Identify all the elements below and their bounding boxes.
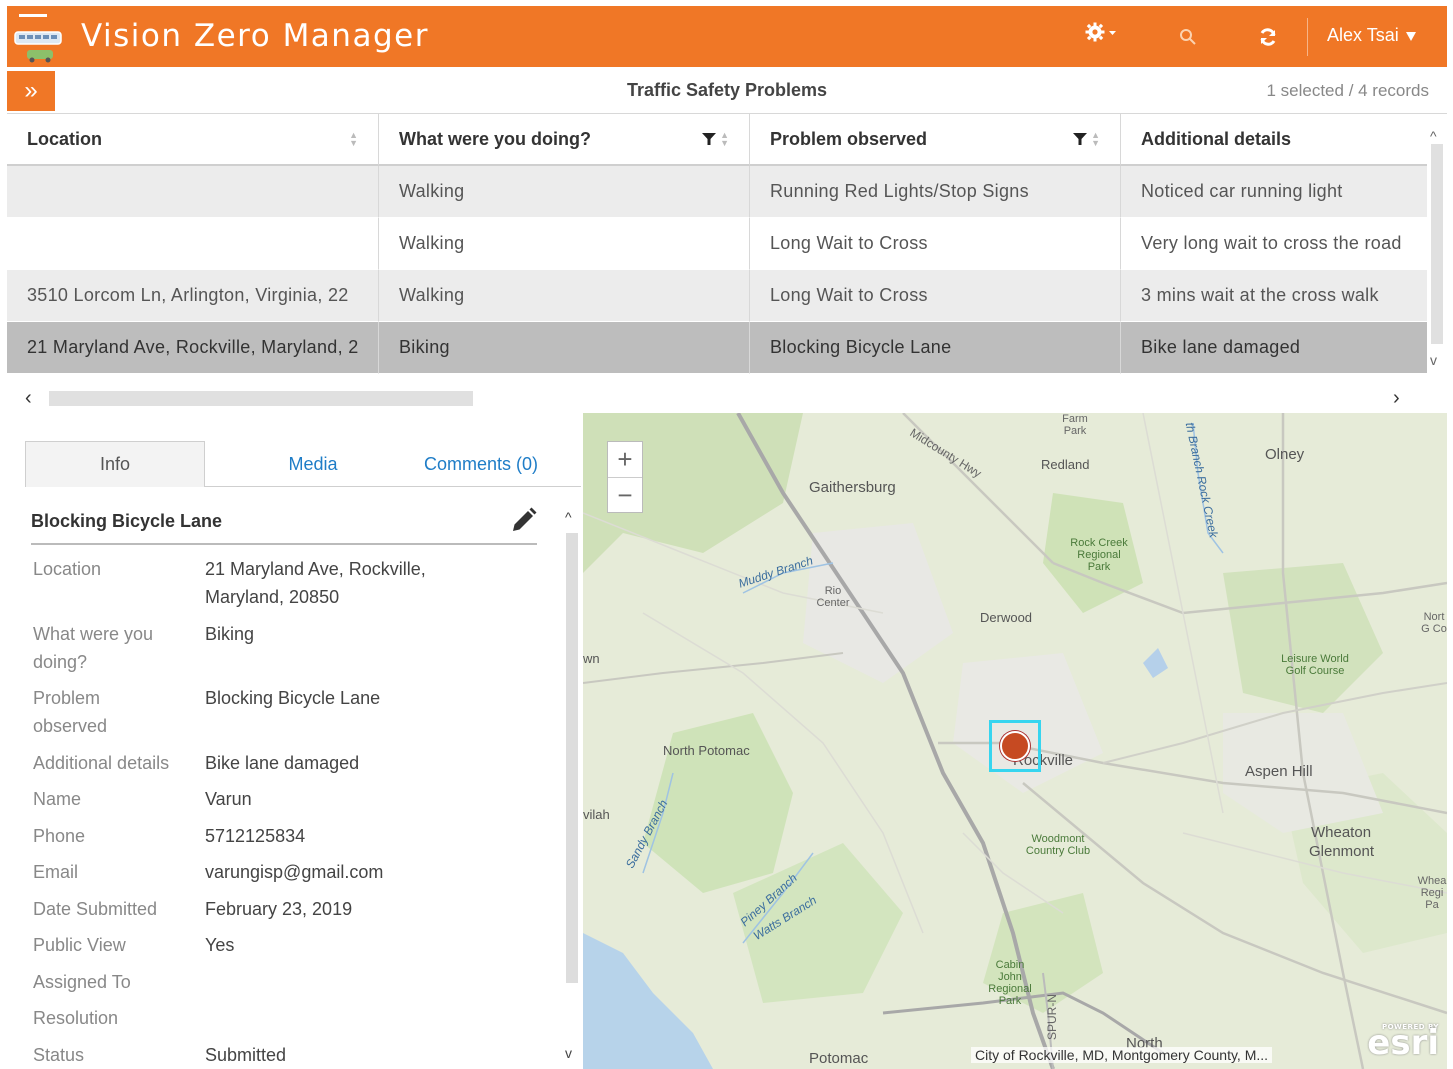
attribute-row: What were you doing? Biking <box>33 623 255 672</box>
detail-tabs: Info Media Comments (0) <box>25 441 581 487</box>
caret-down-icon <box>1405 31 1416 41</box>
bus-car-logo-icon <box>14 14 62 63</box>
scrollbar-thumb[interactable] <box>566 533 578 983</box>
scrollbar-thumb[interactable] <box>49 391 473 406</box>
detail-scrollbar[interactable]: ^ v <box>563 505 581 1069</box>
map-label-aspen-hill: Aspen Hill <box>1245 763 1313 780</box>
user-name: Alex Tsai <box>1327 25 1399 45</box>
map-label-glenmont: Glenmont <box>1309 843 1375 860</box>
attribute-row: Resolution <box>33 1008 119 1028</box>
map-label-farm-park: Farm Park <box>1062 413 1088 437</box>
tab-media[interactable]: Media <box>231 441 395 487</box>
map-label-potomac: Potomac <box>809 1050 869 1067</box>
search-button[interactable] <box>1179 28 1197 46</box>
pencil-edit-icon[interactable] <box>509 507 537 535</box>
zoom-out-button[interactable]: − <box>608 477 642 512</box>
attribute-row: Additional details Bike lane damaged <box>33 752 360 773</box>
gear-icon <box>1085 22 1105 42</box>
attribute-row: Public View Yes <box>33 935 235 955</box>
zoom-control: + − <box>607 441 643 513</box>
sort-icon[interactable]: ▲ ▼ <box>1091 131 1100 148</box>
map-label-woodmont: Woodmont Country Club <box>1025 833 1091 857</box>
attribute-list: Location 21 Maryland Ave, Rockville, Mary… <box>33 555 553 1069</box>
map-label-vilah: vilah <box>583 807 610 822</box>
column-header-location[interactable]: Location ▲ ▼ <box>7 114 379 166</box>
column-header-problem[interactable]: Problem observed ▲ ▼ <box>750 114 1121 166</box>
column-header-activity[interactable]: What were you doing? ▲ ▼ <box>379 114 750 166</box>
records-table: Location ▲ ▼ What were you doing? ▲ ▼ Prob… <box>7 114 1427 375</box>
column-header-details[interactable]: Additional details <box>1121 114 1427 166</box>
tab-info[interactable]: Info <box>25 441 205 487</box>
refresh-button[interactable] <box>1258 27 1278 47</box>
map-label-leisure-world: Leisure World Golf Course <box>1281 653 1349 677</box>
map-label-edge-north: Nort G Co <box>1421 611 1447 635</box>
attribute-row: Assigned To <box>33 971 131 992</box>
chevron-up-icon[interactable]: ^ <box>565 509 572 525</box>
search-icon <box>1180 29 1196 45</box>
map-label-cabin-john: Cabin John Regional Park <box>988 959 1032 1007</box>
tab-comments[interactable]: Comments (0) <box>401 441 561 487</box>
table-vertical-scrollbar[interactable]: ^ v <box>1427 114 1447 375</box>
map-label-wheaton: Wheaton <box>1311 824 1372 841</box>
esri-logo[interactable]: POWERED BY esri <box>1367 1023 1439 1063</box>
app-header: Vision Zero Manager Alex Tsai <box>7 6 1447 67</box>
attribute-row: Name Varun <box>33 789 252 809</box>
table-row[interactable]: Walking Running Red Lights/Stop Signs No… <box>7 166 1427 218</box>
chevron-down-icon[interactable]: v <box>1430 352 1437 368</box>
map-label-redland: Redland <box>1041 457 1090 472</box>
map-label-rio-center: Rio Center <box>816 585 850 609</box>
map-label-olney: Olney <box>1265 446 1305 463</box>
scrollbar-thumb[interactable] <box>1431 144 1443 344</box>
attribute-row: Location 21 Maryland Ave, Rockville, Mary… <box>33 559 426 607</box>
chevron-right-icon[interactable]: › <box>1393 387 1400 410</box>
header-separator <box>1307 18 1308 56</box>
user-menu[interactable]: Alex Tsai <box>1327 25 1417 46</box>
sort-icon[interactable]: ▲ ▼ <box>349 131 358 148</box>
detail-title: Blocking Bicycle Lane <box>31 511 223 531</box>
chevron-left-icon[interactable]: ‹ <box>25 387 32 410</box>
table-row-selected[interactable]: 21 Maryland Ave, Rockville, Maryland, 2 … <box>7 322 1427 374</box>
map-view[interactable]: + − Gaithersburg Redland Olney Derwood N… <box>583 413 1447 1069</box>
filter-icon[interactable] <box>702 132 717 146</box>
table-row[interactable]: Walking Long Wait to Cross Very long wai… <box>7 218 1427 270</box>
map-label-gaithersburg: Gaithersburg <box>809 479 896 496</box>
map-label-north-potomac: North Potomac <box>663 743 750 758</box>
layer-title: Traffic Safety Problems <box>626 80 828 100</box>
detail-header: Blocking Bicycle Lane <box>31 505 537 545</box>
map-label-spur: SPUR-N <box>1045 993 1060 1041</box>
attribute-row: Status Submitted <box>33 1044 287 1065</box>
layer-title-bar: » Traffic Safety Problems 1 selected / 4… <box>7 68 1447 114</box>
filter-icon[interactable] <box>1073 132 1088 146</box>
settings-menu-button[interactable] <box>1085 22 1117 42</box>
map-label-rock-creek-park: Rock Creek Regional Park <box>1070 537 1128 573</box>
table-horizontal-scrollbar[interactable]: ‹ › <box>7 386 1427 412</box>
sort-icon[interactable]: ▲ ▼ <box>720 131 729 148</box>
chevron-up-icon[interactable]: ^ <box>1430 128 1437 144</box>
chevron-down-icon[interactable]: v <box>565 1045 572 1061</box>
refresh-icon <box>1260 28 1276 46</box>
map-label-wn: wn <box>583 651 600 666</box>
map-label-edge-wheaton-park: Whea Regi Pa <box>1417 875 1447 911</box>
caret-down-icon <box>1109 30 1116 35</box>
feature-detail-panel: Info Media Comments (0) Blocking Bicycle… <box>7 413 583 1069</box>
bicycle-marker-icon <box>1000 731 1030 761</box>
record-count: 1 selected / 4 records <box>1266 81 1429 100</box>
map-label-derwood: Derwood <box>980 610 1033 625</box>
attribute-row: Problem observed Blocking Bicycle Lane <box>33 688 381 736</box>
attribute-row: Phone 5712125834 <box>33 825 306 846</box>
app-title: Vision Zero Manager <box>81 18 429 54</box>
attribute-row: Email varungisp@gmail.com <box>33 862 384 882</box>
map-attribution: City of Rockville, MD, Montgomery County… <box>971 1047 1273 1063</box>
table-row[interactable]: 3510 Lorcom Ln, Arlington, Virginia, 22 … <box>7 270 1427 322</box>
zoom-in-button[interactable]: + <box>608 442 642 477</box>
attribute-row: Date Submitted February 23, 2019 <box>33 898 353 919</box>
selected-feature-marker[interactable] <box>989 720 1041 772</box>
